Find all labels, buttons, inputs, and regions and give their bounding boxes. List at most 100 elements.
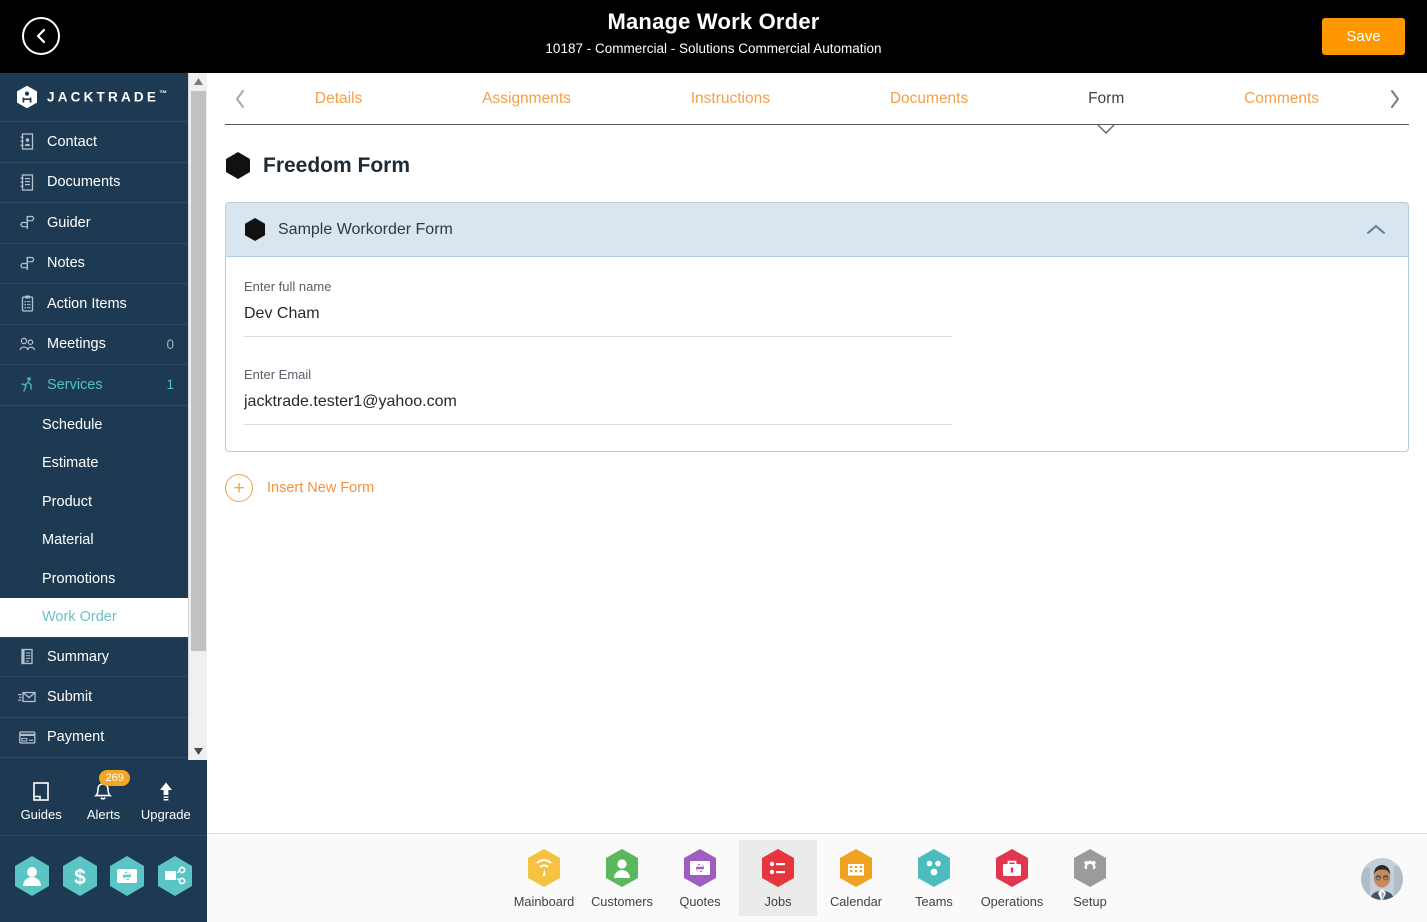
alerts-button[interactable]: 269 Alerts bbox=[72, 770, 134, 822]
payment-card-icon bbox=[16, 728, 38, 746]
bottom-nav-label: Jobs bbox=[764, 894, 792, 909]
field-full-name: Enter full name bbox=[244, 279, 952, 337]
tool-label: Guides bbox=[20, 807, 62, 822]
bottom-nav-setup[interactable]: Setup bbox=[1051, 840, 1129, 916]
full-name-input[interactable] bbox=[244, 305, 952, 337]
scroll-down-arrow-icon[interactable] bbox=[189, 743, 208, 760]
submit-envelope-icon bbox=[16, 688, 38, 706]
bottom-nav-customers[interactable]: Customers bbox=[583, 840, 661, 916]
upgrade-button[interactable]: Upgrade bbox=[135, 773, 197, 822]
contact-book-icon bbox=[16, 133, 38, 151]
email-input[interactable] bbox=[244, 393, 952, 425]
sidebar-item-label: Payment bbox=[47, 729, 105, 746]
form-card-header[interactable]: Sample Workorder Form bbox=[226, 203, 1408, 257]
sidebar-scrollbar[interactable] bbox=[188, 73, 207, 760]
bottom-nav-calendar[interactable]: Calendar bbox=[817, 840, 895, 916]
sidebar-item-label: Action Items bbox=[47, 295, 127, 312]
bottom-nav-label: Operations bbox=[980, 894, 1044, 909]
brand-logo[interactable]: JACKTRADE™ bbox=[0, 73, 188, 122]
tool-label: Alerts bbox=[86, 807, 121, 822]
sidebar-item-summary[interactable]: Summary bbox=[0, 636, 188, 677]
insert-new-form-button[interactable]: + Insert New Form bbox=[225, 474, 1427, 502]
bottom-nav-label: Setup bbox=[1073, 894, 1107, 909]
sidebar-subitem-label: Estimate bbox=[42, 455, 99, 472]
bottom-nav-label: Quotes bbox=[679, 894, 721, 909]
upgrade-arrow-icon bbox=[157, 773, 175, 803]
sidebar-item-documents[interactable]: Documents bbox=[0, 163, 188, 203]
brand-name: JACKTRADE™ bbox=[47, 89, 168, 105]
services-runner-icon bbox=[16, 376, 38, 394]
sidebar-item-submit[interactable]: Submit bbox=[0, 677, 188, 718]
sidebar-subitem-label: Work Order bbox=[42, 609, 117, 626]
bottom-nav-jobs[interactable]: Jobs bbox=[739, 840, 817, 916]
sidebar-item-guider[interactable]: Guider bbox=[0, 203, 188, 244]
sidebar-subitem-material[interactable]: Material bbox=[0, 521, 188, 560]
sidebar-item-contact[interactable]: Contact bbox=[0, 122, 188, 163]
user-avatar-photo bbox=[1361, 858, 1403, 900]
sidebar-item-label: Submit bbox=[47, 688, 93, 705]
sidebar-tools: Guides 269 Alerts Upgrade bbox=[0, 760, 207, 836]
jacktrade-hex-icon bbox=[16, 85, 38, 109]
tab-comments[interactable]: Comments bbox=[1238, 73, 1325, 125]
app-root: Manage Work Order 10187 - Commercial - S… bbox=[0, 0, 1427, 922]
scrollbar-thumb[interactable] bbox=[191, 91, 206, 651]
sidebar-item-action-items[interactable]: Action Items bbox=[0, 284, 188, 325]
scroll-up-arrow-icon[interactable] bbox=[189, 73, 208, 90]
save-button[interactable]: Save bbox=[1322, 18, 1405, 55]
bottom-nav-label: Calendar bbox=[830, 894, 882, 909]
sidebar-item-notes[interactable]: Notes bbox=[0, 244, 188, 284]
sidebar-item-label: Summary bbox=[47, 648, 110, 665]
sidebar-subitem-schedule[interactable]: Schedule bbox=[0, 406, 188, 445]
tab-documents[interactable]: Documents bbox=[884, 73, 974, 125]
tabs-prev-button[interactable] bbox=[225, 89, 255, 108]
bottom-nav-operations[interactable]: Operations bbox=[973, 840, 1051, 916]
setup-gear-hex-icon bbox=[1074, 849, 1106, 887]
sidebar-item-label: Services bbox=[47, 376, 103, 393]
sidebar-subitem-work-order[interactable]: Work Order bbox=[0, 598, 188, 637]
user-avatar[interactable] bbox=[1361, 858, 1403, 900]
insert-new-form-label: Insert New Form bbox=[267, 480, 375, 496]
guides-button[interactable]: Guides bbox=[10, 773, 72, 822]
sidebar-subitem-product[interactable]: Product bbox=[0, 483, 188, 522]
bottom-nav-teams[interactable]: Teams bbox=[895, 840, 973, 916]
tab-details[interactable]: Details bbox=[309, 73, 368, 125]
money-transfer-hex-icon[interactable] bbox=[107, 854, 147, 903]
sidebar-subitem-label: Product bbox=[42, 493, 92, 510]
bottom-nav-mainboard[interactable]: Mainboard bbox=[505, 840, 583, 916]
page-title: Manage Work Order bbox=[607, 9, 820, 34]
sidebar-item-count: 0 bbox=[166, 336, 174, 352]
sidebar-subitem-estimate[interactable]: Estimate bbox=[0, 444, 188, 483]
sidebar-item-count: 1 bbox=[166, 377, 174, 393]
sidebar-shortcuts: $ bbox=[0, 836, 207, 921]
chevron-right-icon bbox=[1390, 89, 1399, 108]
form-card-collapse-button[interactable] bbox=[1360, 218, 1392, 242]
sidebar-item-label: Notes bbox=[47, 255, 85, 272]
sidebar-item-meetings[interactable]: Meetings 0 bbox=[0, 325, 188, 365]
workflow-hex-icon[interactable] bbox=[155, 854, 195, 903]
guides-book-icon bbox=[31, 773, 51, 803]
sidebar-item-services[interactable]: Services 1 bbox=[0, 365, 188, 406]
customers-hex-icon bbox=[606, 849, 638, 887]
tab-form[interactable]: Form bbox=[1082, 73, 1130, 134]
bottom-nav-label: Teams bbox=[915, 894, 953, 909]
guider-signpost-icon bbox=[16, 214, 38, 232]
sidebar-subitem-label: Material bbox=[42, 532, 94, 549]
back-button[interactable] bbox=[22, 17, 60, 55]
tab-bar: Details Assignments Instructions Documen… bbox=[225, 73, 1409, 134]
sidebar-item-label: Guider bbox=[47, 214, 91, 231]
hexagon-icon bbox=[225, 151, 251, 180]
sidebar-item-payment[interactable]: Payment bbox=[0, 718, 188, 758]
person-hex-icon[interactable] bbox=[12, 854, 52, 903]
top-bar-titles: Manage Work Order 10187 - Commercial - S… bbox=[0, 8, 1427, 59]
dollar-hex-icon[interactable]: $ bbox=[60, 854, 100, 903]
tabs-next-button[interactable] bbox=[1379, 89, 1409, 108]
tab-assignments[interactable]: Assignments bbox=[476, 73, 577, 125]
form-card-body: Enter full name Enter Email bbox=[226, 257, 1408, 451]
notes-signpost-icon bbox=[16, 254, 38, 272]
tab-instructions[interactable]: Instructions bbox=[685, 73, 776, 125]
sidebar-subitem-promotions[interactable]: Promotions bbox=[0, 560, 188, 599]
sidebar-subitem-label: Promotions bbox=[42, 570, 116, 587]
sidebar-item-label: Documents bbox=[47, 174, 121, 191]
bottom-nav-quotes[interactable]: Quotes bbox=[661, 840, 739, 916]
bottom-nav-bar: Mainboard Customers Quotes Jobs Calendar… bbox=[207, 833, 1427, 922]
